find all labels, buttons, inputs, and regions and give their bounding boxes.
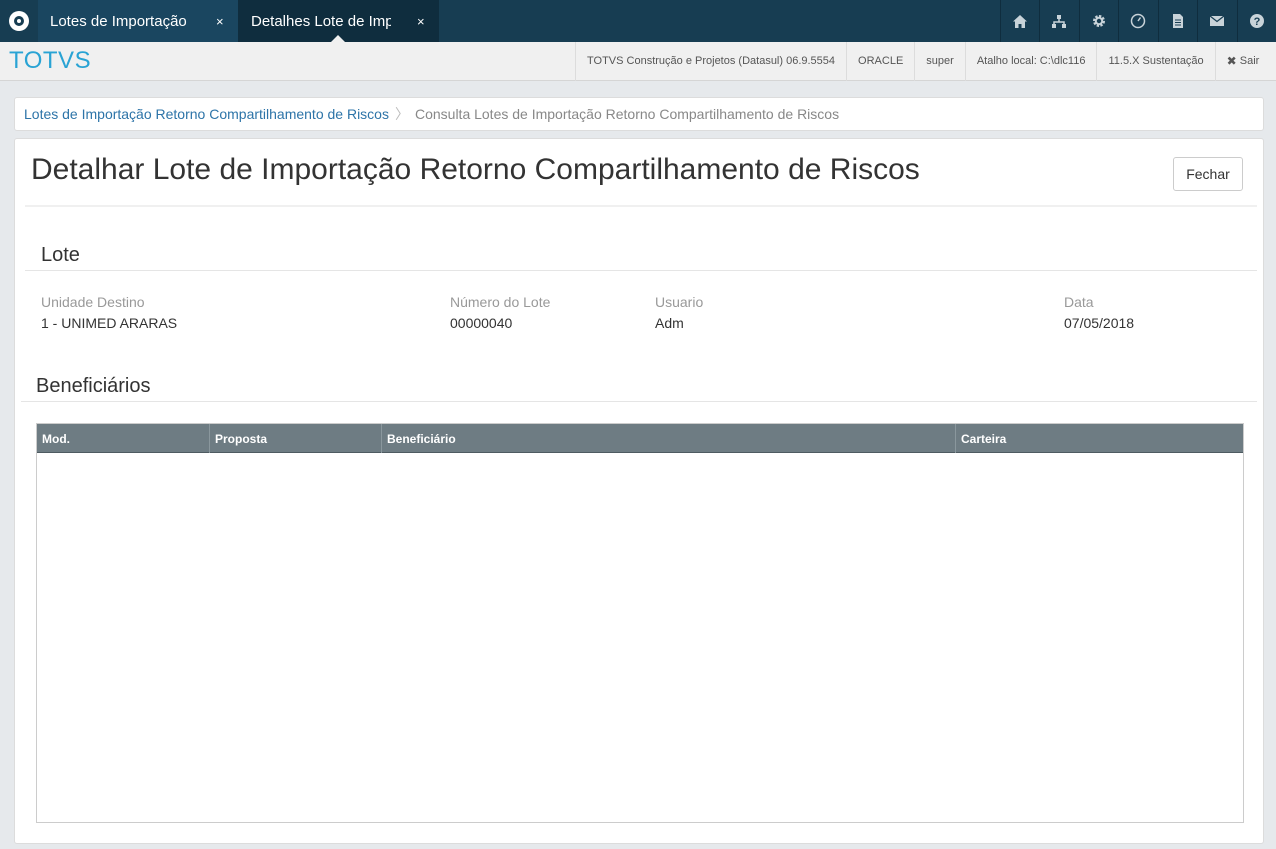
gear-icon [1092,15,1105,27]
tab-label: Detalhes Lote de Importação [251,12,391,30]
version-info: 11.5.X Sustentação [1096,41,1214,81]
database-info: ORACLE [846,41,914,81]
field-value: 07/05/2018 [1064,315,1135,331]
envelope-icon [1209,15,1225,26]
settings-button[interactable] [1078,0,1119,42]
field-label: Unidade Destino [41,294,145,310]
section-title-lote: Lote [41,244,80,266]
main-panel: Detalhar Lote de Importação Retorno Comp… [14,138,1264,844]
shortcut-info: Atalho local: C:\dlc116 [964,41,1097,81]
home-button[interactable] [999,0,1040,42]
close-icon: ✖ [1226,54,1237,68]
tab-lotes-importacao[interactable]: Lotes de Importação Retorno Compartilham… [38,0,239,42]
totvs-logo-icon [9,11,29,31]
history-button[interactable] [1118,0,1158,42]
field-value: 00000040 [450,315,513,331]
section-divider [25,270,1257,271]
documents-button[interactable] [1157,0,1198,42]
field-numero-lote: Número do Lote 00000040 [450,294,550,331]
messages-button[interactable] [1197,0,1237,42]
sitemap-icon [1052,14,1067,28]
breadcrumb: Lotes de Importação Retorno Compartilham… [14,97,1264,131]
fechar-button[interactable]: Fechar [1173,157,1243,191]
field-value: 1 - UNIMED ARARAS [41,315,178,331]
field-label: Data [1064,294,1094,310]
column-header-carteira[interactable]: Carteira [956,424,1243,453]
top-tab-bar: Lotes de Importação Retorno Compartilham… [0,0,1276,42]
logout-button[interactable]: ✖ Sair [1214,41,1260,81]
section-title-beneficiarios: Beneficiários [36,375,151,397]
field-data: Data 07/05/2018 [1064,294,1134,331]
field-label: Usuario [655,294,704,310]
tab-label: Lotes de Importação Retorno Compartilham… [50,12,190,30]
help-button[interactable]: ? [1236,0,1276,42]
app-menu-button[interactable] [0,0,38,42]
help-icon: ? [1249,14,1264,28]
page-title: Detalhar Lote de Importação Retorno Comp… [31,153,920,186]
product-info: TOTVS Construção e Projetos (Datasul) 06… [575,41,846,81]
field-unidade-destino: Unidade Destino 1 - UNIMED ARARAS [41,294,177,331]
user-info: super [914,41,965,81]
document-icon [1172,14,1183,28]
tab-close-icon[interactable]: × [216,14,224,29]
column-header-mod[interactable]: Mod. [37,424,210,453]
app-header: TOTVS TOTVS Construção e Projetos (Datas… [0,41,1276,81]
tab-detalhes-lote[interactable]: Detalhes Lote de Importação × [239,0,439,42]
field-value: Adm [655,315,684,331]
field-label: Número do Lote [450,294,551,310]
beneficiarios-table: Mod. Proposta Beneficiário Carteira [36,423,1244,823]
breadcrumb-parent-link[interactable]: Lotes de Importação Retorno Compartilham… [24,106,389,122]
breadcrumb-current: Consulta Lotes de Importação Retorno Com… [414,106,840,122]
brand-logo: TOTVS [9,47,92,74]
svg-text:?: ? [1253,16,1260,28]
breadcrumb-separator-icon: 〉 [394,106,409,122]
home-icon [1012,14,1027,28]
sitemap-button[interactable] [1039,0,1079,42]
table-header: Mod. Proposta Beneficiário Carteira [37,424,1243,453]
field-usuario: Usuario Adm [655,294,703,331]
logout-label: Sair [1239,55,1260,67]
column-header-beneficiario[interactable]: Beneficiário [382,424,956,453]
title-divider [25,205,1257,207]
column-header-proposta[interactable]: Proposta [210,424,382,453]
section-divider [21,401,1257,402]
clock-icon [1131,13,1146,29]
tab-close-icon[interactable]: × [417,14,425,29]
